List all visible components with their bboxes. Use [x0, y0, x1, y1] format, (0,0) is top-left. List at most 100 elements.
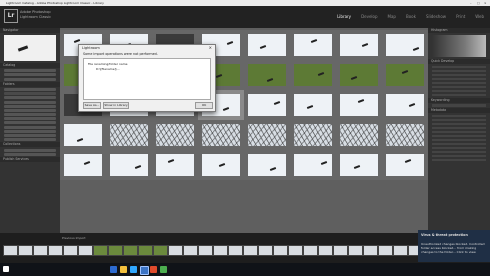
photo-thumbnail[interactable]	[294, 94, 332, 116]
show-in-library-button[interactable]: Show in Library	[103, 102, 129, 109]
filmstrip-thumbnail[interactable]	[273, 245, 288, 256]
quick-develop-row[interactable]	[432, 81, 486, 84]
folder-item[interactable]	[4, 96, 56, 100]
module-book[interactable]: Book	[406, 14, 416, 19]
grid-cell[interactable]	[198, 150, 244, 180]
dialog-close-icon[interactable]: ×	[209, 45, 212, 50]
maximize-icon[interactable]: □	[477, 1, 480, 5]
quick-develop-row[interactable]	[432, 93, 486, 96]
photo-thumbnail[interactable]	[248, 154, 286, 176]
windows-notification[interactable]: Virus & threat protection Unauthorized c…	[418, 230, 490, 262]
photo-thumbnail[interactable]	[340, 34, 378, 56]
filmstrip-thumbnail[interactable]	[18, 245, 33, 256]
edge-icon[interactable]	[110, 266, 117, 273]
catalog-item[interactable]	[4, 73, 56, 77]
grid-cell[interactable]	[290, 60, 336, 90]
filmstrip-thumbnail[interactable]	[363, 245, 378, 256]
ok-button[interactable]: OK	[195, 102, 213, 109]
grid-cell[interactable]	[152, 150, 198, 180]
folder-item[interactable]	[4, 129, 56, 133]
filmstrip-thumbnail[interactable]	[63, 245, 78, 256]
photo-thumbnail[interactable]	[248, 94, 286, 116]
grid-cell[interactable]	[382, 120, 428, 150]
filmstrip-thumbnail[interactable]	[123, 245, 138, 256]
filmstrip-thumbnail[interactable]	[138, 245, 153, 256]
photo-thumbnail[interactable]	[340, 94, 378, 116]
photo-thumbnail[interactable]	[64, 124, 102, 146]
folder-item[interactable]	[4, 134, 56, 137]
filmstrip-thumbnail[interactable]	[393, 245, 408, 256]
folders-header[interactable]: Folders	[0, 81, 60, 87]
photo-thumbnail[interactable]	[386, 124, 424, 146]
folder-item[interactable]	[4, 92, 56, 96]
app-icon[interactable]	[160, 266, 167, 273]
folder-item[interactable]	[4, 87, 56, 91]
collections-header[interactable]: Collections	[0, 142, 60, 148]
save-as-button[interactable]: Save As...	[83, 102, 101, 109]
grid-cell[interactable]	[336, 30, 382, 60]
grid-cell[interactable]	[382, 30, 428, 60]
publish-services-header[interactable]: Publish Services	[0, 156, 60, 162]
filmstrip-thumbnail[interactable]	[213, 245, 228, 256]
filmstrip-thumbnail[interactable]	[348, 245, 363, 256]
photo-thumbnail[interactable]	[386, 154, 424, 176]
windows-start-icon[interactable]	[3, 266, 9, 272]
grid-cell[interactable]	[290, 90, 336, 120]
quick-develop-row[interactable]	[432, 77, 486, 80]
photo-thumbnail[interactable]	[64, 154, 102, 176]
folder-item[interactable]	[4, 108, 56, 112]
quick-develop-header[interactable]: Quick Develop	[428, 59, 490, 64]
photo-thumbnail[interactable]	[294, 34, 332, 56]
grid-cell[interactable]	[198, 120, 244, 150]
filmstrip-thumbnail[interactable]	[153, 245, 168, 256]
grid-cell[interactable]	[290, 30, 336, 60]
photo-thumbnail[interactable]	[340, 64, 378, 86]
photo-thumbnail[interactable]	[386, 94, 424, 116]
folder-item[interactable]	[4, 125, 56, 129]
filmstrip-thumbnail[interactable]	[258, 245, 273, 256]
lightroom-taskbar-icon[interactable]	[140, 266, 149, 275]
grid-cell[interactable]	[244, 30, 290, 60]
filmstrip-source[interactable]: Previous Import	[62, 236, 86, 240]
collection-item[interactable]	[4, 148, 56, 152]
folder-item[interactable]	[4, 121, 56, 125]
photo-thumbnail[interactable]	[248, 34, 286, 56]
photo-thumbnail[interactable]	[248, 124, 286, 146]
grid-cell[interactable]	[152, 120, 198, 150]
photoshop-icon[interactable]	[130, 266, 137, 273]
grid-cell[interactable]	[106, 150, 152, 180]
grid-cell[interactable]	[244, 150, 290, 180]
grid-cell[interactable]	[336, 60, 382, 90]
app-icon[interactable]	[150, 266, 157, 273]
photo-thumbnail[interactable]	[110, 124, 148, 146]
photo-thumbnail[interactable]	[156, 154, 194, 176]
photo-thumbnail[interactable]	[110, 154, 148, 176]
catalog-header[interactable]: Catalog	[0, 63, 60, 68]
grid-cell[interactable]	[336, 120, 382, 150]
filmstrip-thumbnail[interactable]	[198, 245, 213, 256]
module-web[interactable]: Web	[475, 14, 484, 19]
grid-cell[interactable]	[60, 120, 106, 150]
keyword-row[interactable]	[432, 104, 486, 107]
quick-develop-row[interactable]	[432, 73, 486, 76]
catalog-item[interactable]	[4, 77, 56, 81]
metadata-header[interactable]: Metadata	[428, 108, 490, 113]
filmstrip-thumbnail[interactable]	[303, 245, 318, 256]
histogram-header[interactable]: Histogram	[428, 28, 490, 33]
grid-cell[interactable]	[336, 150, 382, 180]
folder-item[interactable]	[4, 100, 56, 104]
grid-cell[interactable]	[290, 150, 336, 180]
navigator-preview[interactable]	[4, 35, 56, 61]
grid-cell[interactable]	[382, 60, 428, 90]
grid-cell[interactable]	[290, 120, 336, 150]
grid-cell[interactable]	[382, 150, 428, 180]
filmstrip-thumbnail[interactable]	[228, 245, 243, 256]
photo-thumbnail[interactable]	[248, 64, 286, 86]
module-print[interactable]: Print	[456, 14, 465, 19]
module-develop[interactable]: Develop	[361, 14, 377, 19]
photo-thumbnail[interactable]	[294, 64, 332, 86]
quick-develop-row[interactable]	[432, 65, 486, 68]
filmstrip-thumbnail[interactable]	[3, 245, 18, 256]
filmstrip-thumbnail[interactable]	[48, 245, 63, 256]
filmstrip-thumbnail[interactable]	[183, 245, 198, 256]
